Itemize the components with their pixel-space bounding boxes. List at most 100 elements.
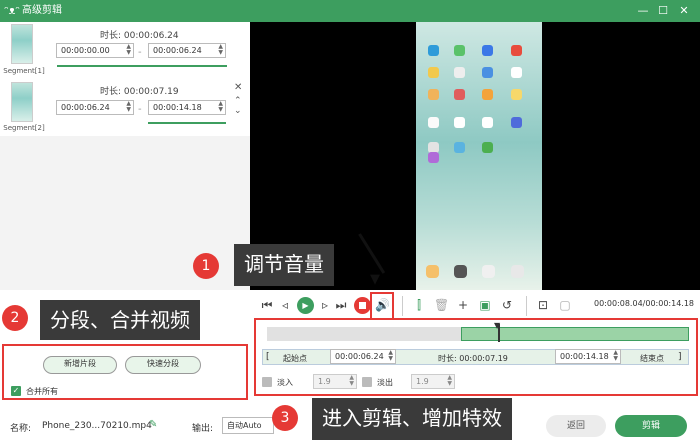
volume-icon[interactable]: 🔊 (375, 298, 390, 312)
app-icon (511, 67, 522, 78)
app-icon (454, 117, 465, 128)
callout-text-2: 分段、合并视频 (40, 300, 200, 340)
range-start-value: 00:00:06.24 (335, 352, 384, 361)
edit-button[interactable]: 剪辑 (615, 415, 687, 437)
merge-all-label: 合并所有 (26, 387, 58, 396)
segment-item-2[interactable]: Segment[2] 时长: 00:00:07.19 00:00:06.24 ▲ ▼… (0, 80, 250, 136)
fade-out-checkbox[interactable] (362, 377, 372, 387)
range-start-input[interactable]: 00:00:06.24 ▲ ▼ (330, 349, 396, 364)
range-dash: - (138, 104, 142, 115)
fade-out-input[interactable]: 1.9 ▲ ▼ (411, 374, 455, 389)
stop-icon[interactable] (354, 297, 371, 314)
close-icon[interactable]: ✕ (234, 82, 242, 93)
callout-number-1: 1 (193, 253, 219, 279)
quick-split-button[interactable]: 快速分段 (125, 356, 201, 374)
segment-duration: 时长: 00:00:06.24 (100, 31, 179, 41)
spinner-icon[interactable]: ▲ ▼ (126, 101, 131, 113)
video-frame (416, 22, 542, 290)
step-forward-icon[interactable]: ▹ (318, 298, 332, 312)
output-label: 输出: (192, 424, 214, 434)
title-bar: ᵔᴥᵔ 高级剪辑 — ☐ ✕ (0, 0, 700, 22)
spinner-icon[interactable]: ▲ ▼ (613, 350, 618, 362)
spinner-icon[interactable]: ▲ ▼ (447, 375, 452, 387)
output-select[interactable]: 自动Auto (222, 417, 274, 434)
split-icon[interactable]: ⫿ (412, 298, 426, 312)
range-dash: - (138, 47, 142, 58)
spinner-icon[interactable]: ▲ ▼ (349, 375, 354, 387)
dock-icon (454, 265, 467, 278)
copy-icon[interactable]: ▣ (478, 298, 492, 312)
range-end-value: 00:00:14.18 (560, 352, 609, 361)
app-icon (428, 152, 439, 163)
step-back-icon[interactable]: ◃ (278, 298, 292, 312)
minimize-icon[interactable]: — (635, 3, 651, 19)
app-icon (482, 67, 493, 78)
fade-out-value: 1.9 (416, 377, 429, 386)
segment-end-input[interactable]: 00:00:06.24 ▲ ▼ (148, 43, 226, 58)
time-display: 00:00:08.04/00:00:14.18 (594, 299, 694, 308)
end-point-button[interactable]: 结束点 (640, 353, 664, 364)
segment-item-1[interactable]: Segment[1] 时长: 00:00:06.24 00:00:00.00 ▲ ▼… (0, 22, 250, 80)
segment-end-input[interactable]: 00:00:14.18 ▲ ▼ (148, 100, 226, 115)
fullscreen-icon[interactable]: ▢ (558, 298, 572, 312)
window-title: 高级剪辑 (22, 5, 62, 16)
skip-end-icon[interactable]: ⏭ (334, 298, 348, 312)
maximize-icon[interactable]: ☐ (655, 3, 671, 19)
back-button[interactable]: 返回 (546, 415, 606, 437)
app-icon (428, 89, 439, 100)
segment-end-value: 00:00:14.18 (153, 103, 202, 112)
app-icon (482, 142, 493, 153)
callout-number-3: 3 (272, 405, 298, 431)
app-icon (482, 45, 493, 56)
trash-icon[interactable]: 🗑 (434, 298, 449, 312)
bracket-left-icon: [ (266, 352, 270, 362)
close-icon[interactable]: ✕ (676, 3, 692, 19)
cat-logo-icon: ᵔᴥᵔ (4, 4, 20, 17)
playhead-marker-icon: ▼ (494, 321, 501, 330)
spinner-icon[interactable]: ▲ ▼ (388, 350, 393, 362)
app-icon (511, 45, 522, 56)
segment-start-input[interactable]: 00:00:00.00 ▲ ▼ (56, 43, 134, 58)
chevron-up-icon[interactable]: ⌃ (234, 96, 242, 106)
segment-label: Segment[2] (3, 124, 45, 132)
fade-in-value: 1.9 (318, 377, 331, 386)
segment-progress-line (148, 122, 226, 124)
merge-all-checkbox[interactable]: ✓ (11, 386, 21, 396)
segment-start-input[interactable]: 00:00:06.24 ▲ ▼ (56, 100, 134, 115)
fade-out-label: 淡出 (377, 378, 393, 387)
fade-in-label: 淡入 (277, 378, 293, 387)
app-icon (454, 45, 465, 56)
spinner-icon[interactable]: ▲ ▼ (218, 101, 223, 113)
range-end-input[interactable]: 00:00:14.18 ▲ ▼ (555, 349, 621, 364)
segment-start-value: 00:00:00.00 (61, 46, 110, 55)
segment-label: Segment[1] (3, 67, 45, 75)
edit-pencil-icon[interactable]: ✎ (149, 419, 157, 430)
fade-in-checkbox[interactable] (262, 377, 272, 387)
crop-icon[interactable]: ⊡ (536, 298, 550, 312)
reset-icon[interactable]: ↺ (500, 298, 514, 312)
app-icon (454, 89, 465, 100)
play-icon[interactable]: ▶ (297, 297, 314, 314)
segment-end-value: 00:00:06.24 (153, 46, 202, 55)
output-value: 自动Auto (227, 421, 262, 430)
app-icon (482, 117, 493, 128)
chevron-down-icon[interactable]: ⌄ (234, 106, 242, 116)
add-segment-button[interactable]: 新增片段 (43, 356, 117, 374)
dock-icon (482, 265, 495, 278)
callout-number-2: 2 (2, 305, 28, 331)
spinner-icon[interactable]: ▲ ▼ (218, 44, 223, 56)
start-point-button[interactable]: 起始点 (283, 353, 307, 364)
app-icon (454, 67, 465, 78)
spinner-icon[interactable]: ▲ ▼ (126, 44, 131, 56)
arrow-head-icon: ▼ (370, 272, 380, 287)
segment-thumbnail (11, 24, 33, 64)
app-icon (428, 45, 439, 56)
name-label: 名称: (10, 424, 32, 434)
fade-in-input[interactable]: 1.9 ▲ ▼ (313, 374, 357, 389)
segment-start-value: 00:00:06.24 (61, 103, 110, 112)
file-name: Phone_230...70210.mp4 (42, 421, 152, 431)
app-icon (428, 117, 439, 128)
segment-duration: 时长: 00:00:07.19 (100, 87, 179, 97)
add-icon[interactable]: + (456, 298, 470, 312)
skip-start-icon[interactable]: ⏮ (260, 298, 274, 312)
